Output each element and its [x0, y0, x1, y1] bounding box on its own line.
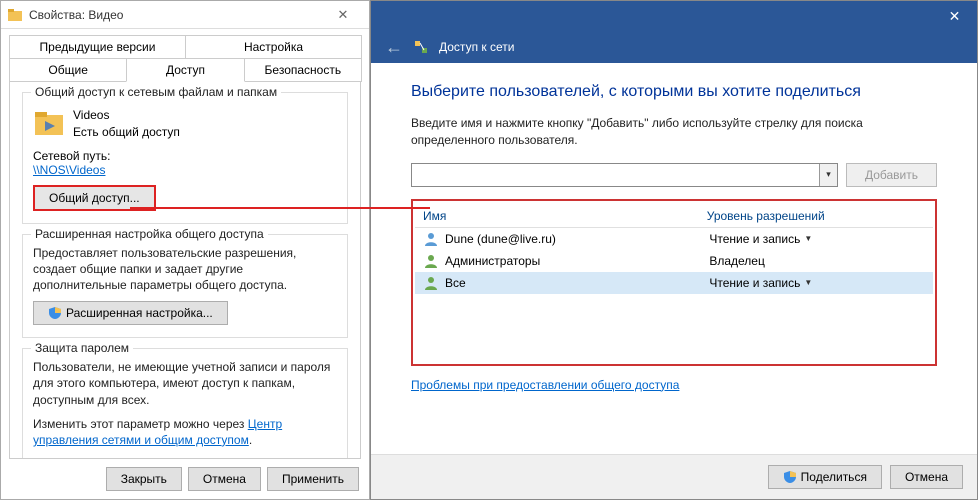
tab-panel-access: Общий доступ к сетевым файлам и папкам V…: [9, 81, 361, 459]
close-icon[interactable]: ✕: [323, 4, 363, 26]
user-name: Dune (dune@live.ru): [445, 232, 556, 246]
share-button[interactable]: Поделиться: [768, 465, 882, 489]
advanced-desc: Предоставляет пользовательские разрешени…: [33, 245, 337, 294]
user-name: Администраторы: [445, 254, 540, 268]
user-input[interactable]: [412, 164, 819, 186]
advanced-sharing-button[interactable]: Расширенная настройка...: [33, 301, 228, 325]
dialog-header: ← Доступ к сети: [371, 31, 977, 63]
group-icon: [423, 275, 439, 291]
tab-previous-versions[interactable]: Предыдущие версии: [9, 35, 186, 59]
dialog-buttons: Поделиться Отмена: [371, 454, 977, 499]
password-desc2: Изменить этот параметр можно через Центр…: [33, 416, 337, 448]
permission-dropdown[interactable]: Чтение и запись ▼: [709, 232, 925, 246]
group-title: Общий доступ к сетевым файлам и папкам: [31, 85, 281, 99]
videos-folder-icon: [33, 107, 65, 139]
tab-security[interactable]: Безопасность: [244, 58, 362, 82]
column-permission[interactable]: Уровень разрешений: [707, 209, 925, 223]
tab-access[interactable]: Доступ: [126, 58, 244, 82]
advanced-button-label: Расширенная настройка...: [66, 306, 213, 320]
tab-setup[interactable]: Настройка: [185, 35, 362, 59]
column-name[interactable]: Имя: [423, 209, 707, 223]
net-path-label: Сетевой путь:: [33, 149, 337, 163]
chevron-down-icon: ▼: [804, 278, 812, 287]
password-desc: Пользователи, не имеющие учетной записи …: [33, 359, 337, 408]
permission-label: Чтение и запись: [709, 232, 800, 246]
annotation-arrow: [130, 207, 430, 209]
add-button[interactable]: Добавить: [846, 163, 937, 187]
user-icon: [423, 231, 439, 247]
chevron-down-icon: ▼: [804, 234, 812, 243]
group-title: Защита паролем: [31, 341, 133, 355]
page-title: Выберите пользователей, с которыми вы хо…: [411, 83, 937, 101]
cancel-button[interactable]: Отмена: [188, 467, 261, 491]
folder-name: Videos: [73, 107, 180, 124]
group-title: Расширенная настройка общего доступа: [31, 227, 268, 241]
share-button-label: Поделиться: [801, 470, 867, 484]
network-icon: [413, 39, 429, 55]
close-button[interactable]: Закрыть: [106, 467, 182, 491]
permission-dropdown[interactable]: Чтение и запись ▼: [709, 276, 925, 290]
permission-dropdown: Владелец: [709, 254, 925, 268]
titlebar: ✕: [371, 1, 977, 31]
permission-label: Владелец: [709, 254, 765, 268]
user-name: Все: [445, 276, 466, 290]
header-title: Доступ к сети: [439, 40, 514, 54]
table-row[interactable]: Все Чтение и запись ▼: [415, 272, 933, 294]
page-desc: Введите имя и нажмите кнопку "Добавить" …: [411, 115, 937, 149]
folder-icon: [7, 7, 23, 23]
back-icon[interactable]: ←: [385, 37, 403, 58]
chevron-down-icon[interactable]: ▾: [819, 164, 837, 186]
net-path-link[interactable]: \\NOS\Videos: [33, 163, 105, 177]
share-state: Есть общий доступ: [73, 124, 180, 141]
properties-dialog: Свойства: Видео ✕ Предыдущие версии Наст…: [0, 0, 370, 500]
group-password-protection: Защита паролем Пользователи, не имеющие …: [22, 348, 348, 459]
shield-icon: [48, 306, 62, 320]
group-network-sharing: Общий доступ к сетевым файлам и папкам V…: [22, 92, 348, 224]
troubleshoot-link[interactable]: Проблемы при предоставлении общего досту…: [411, 378, 679, 392]
permissions-table: Имя Уровень разрешений Dune (dune@live.r…: [411, 199, 937, 366]
window-title: Свойства: Видео: [29, 8, 123, 22]
dialog-buttons: Закрыть Отмена Применить: [1, 459, 369, 499]
tab-general[interactable]: Общие: [9, 58, 127, 82]
network-access-dialog: ✕ ← Доступ к сети Выберите пользователей…: [370, 0, 978, 500]
tab-strip: Предыдущие версии Настройка Общие Доступ…: [1, 29, 369, 81]
close-icon[interactable]: ✕: [932, 1, 977, 31]
cancel-button[interactable]: Отмена: [890, 465, 963, 489]
shield-icon: [783, 470, 797, 484]
table-header: Имя Уровень разрешений: [415, 205, 933, 228]
titlebar: Свойства: Видео ✕: [1, 1, 369, 29]
table-row[interactable]: Dune (dune@live.ru) Чтение и запись ▼: [415, 228, 933, 250]
permission-label: Чтение и запись: [709, 276, 800, 290]
user-combobox[interactable]: ▾: [411, 163, 838, 187]
group-advanced-sharing: Расширенная настройка общего доступа Пре…: [22, 234, 348, 339]
group-icon: [423, 253, 439, 269]
table-row[interactable]: Администраторы Владелец: [415, 250, 933, 272]
apply-button[interactable]: Применить: [267, 467, 359, 491]
